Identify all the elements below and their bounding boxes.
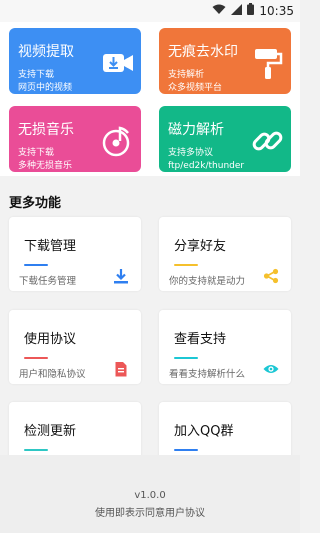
- card-accent-bar: [174, 264, 198, 266]
- battery-icon: [247, 3, 255, 18]
- tile-lossless-music[interactable]: 无损音乐 支持下载 多种无损音乐: [9, 106, 141, 172]
- agreement-notice[interactable]: 使用即表示同意用户协议: [0, 504, 300, 519]
- card-accent-bar: [174, 449, 198, 451]
- document-icon: [113, 361, 129, 377]
- tile-magnet-parse[interactable]: 磁力解析 支持多协议 ftp/ed2k/thunder: [159, 106, 291, 172]
- card-accent-bar: [24, 449, 48, 451]
- tile-title: 视频提取: [18, 44, 74, 60]
- card-accent-bar: [174, 357, 198, 359]
- tile-title: 无痕去水印: [168, 44, 238, 60]
- footer: v1.0.0 使用即表示同意用户协议: [0, 455, 300, 533]
- card-desc: 你的支持就是动力: [169, 276, 246, 287]
- video-download-icon: [101, 46, 135, 80]
- status-bar: 10:35: [0, 0, 300, 22]
- card-desc: 看看支持解析什么: [169, 369, 246, 380]
- tile-video-extract[interactable]: 视频提取 支持下载 网页中的视频: [9, 28, 141, 94]
- tile-desc: 支持多协议 ftp/ed2k/thunder: [168, 148, 245, 171]
- music-disc-icon: [101, 124, 135, 158]
- share-icon: [263, 268, 279, 284]
- card-title: 查看支持: [174, 332, 227, 347]
- card-title: 分享好友: [174, 239, 227, 254]
- tile-title: 无损音乐: [18, 122, 74, 138]
- download-icon: [113, 268, 129, 284]
- tile-desc: 支持下载 多种无损音乐: [18, 148, 73, 171]
- card-desc: 用户和隐私协议: [19, 369, 86, 380]
- section-title: 更多功能: [9, 196, 62, 211]
- card-title: 加入QQ群: [174, 424, 234, 439]
- card-download-manager[interactable]: 下载管理 下载任务管理: [9, 217, 141, 291]
- eye-icon: [263, 361, 279, 377]
- tile-desc: 支持解析 众多视频平台: [168, 70, 223, 93]
- version-text: v1.0.0: [134, 490, 166, 501]
- tile-desc: 支持下载 网页中的视频: [18, 70, 73, 93]
- card-accent-bar: [24, 264, 48, 266]
- card-title: 检测更新: [24, 424, 77, 439]
- tile-remove-watermark[interactable]: 无痕去水印 支持解析 众多视频平台: [159, 28, 291, 94]
- card-user-agreement[interactable]: 使用协议 用户和隐私协议: [9, 310, 141, 384]
- signal-icon: [231, 3, 243, 18]
- status-time: 10:35: [259, 3, 294, 18]
- feature-tiles: 视频提取 支持下载 网页中的视频 无痕去水印 支持解析 众多视频平台 无损音乐 支持…: [0, 22, 300, 176]
- card-accent-bar: [24, 357, 48, 359]
- card-title: 使用协议: [24, 332, 77, 347]
- paint-roller-icon: [251, 46, 285, 80]
- tile-title: 磁力解析: [168, 122, 224, 138]
- card-share-friends[interactable]: 分享好友 你的支持就是动力: [159, 217, 291, 291]
- wifi-icon: [212, 4, 226, 18]
- link-icon: [251, 124, 285, 158]
- card-view-support[interactable]: 查看支持 看看支持解析什么: [159, 310, 291, 384]
- card-title: 下载管理: [24, 239, 77, 254]
- card-desc: 下载任务管理: [19, 276, 77, 287]
